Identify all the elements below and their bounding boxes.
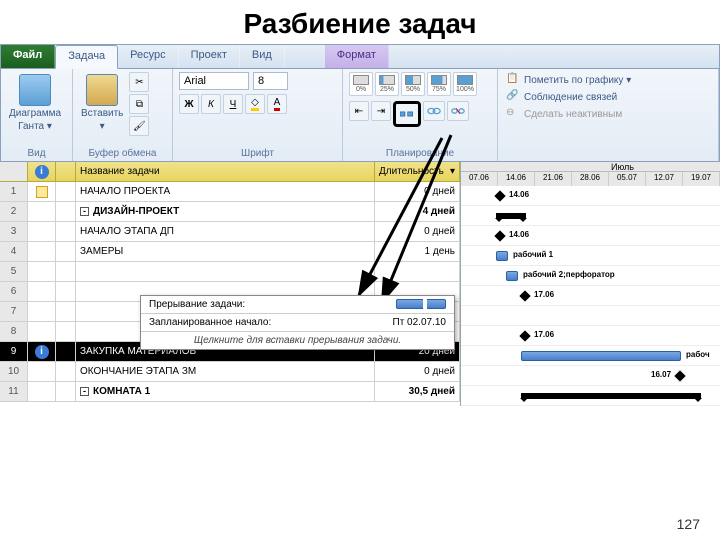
tooltip-plan-value: Пт 02.07.10	[393, 317, 446, 328]
tooltip-hint: Щелкните для вставки прерывания задачи.	[141, 332, 454, 349]
table-row[interactable]: 4ЗАМЕРЫ1 день	[0, 242, 460, 262]
fill-color-button[interactable]: ◇	[245, 94, 265, 114]
gantt-row[interactable]	[461, 306, 720, 326]
timescale-cell: 19.07	[683, 172, 720, 186]
mark-on-track-button[interactable]: 📋Пометить по графику ▾	[504, 72, 712, 88]
split-bar-icon	[396, 299, 446, 309]
gantt-row[interactable]	[461, 206, 720, 226]
hdr-info[interactable]: i	[28, 162, 56, 181]
mark-icon: 📋	[506, 73, 520, 87]
gantt-row[interactable]: рабоч	[461, 346, 720, 366]
table-row[interactable]: 10ОКОНЧАНИЕ ЭТАПА ЗМ0 дней	[0, 362, 460, 382]
table-row[interactable]: 2-ДИЗАЙН-ПРОЕКТ4 дней	[0, 202, 460, 222]
timescale-cell: 05.07	[609, 172, 646, 186]
ribbon: Файл Задача Ресурс Проект Вид Формат Диа…	[0, 44, 720, 162]
gantt-row[interactable]: 17.06	[461, 326, 720, 346]
outdent-button[interactable]: ⇤	[349, 101, 369, 121]
timescale-cell: 14.06	[498, 172, 535, 186]
tab-resource[interactable]: Ресурс	[118, 45, 178, 68]
font-name-select[interactable]	[179, 72, 249, 90]
link-tasks-button[interactable]	[423, 101, 445, 121]
tab-format[interactable]: Формат	[325, 45, 389, 68]
respect-links-button[interactable]: 🔗Соблюдение связей	[504, 89, 712, 105]
group-view-label: Вид	[7, 147, 66, 160]
split-task-tooltip: Прерывание задачи: Запланированное начал…	[140, 295, 455, 350]
cut-button[interactable]: ✂	[129, 72, 149, 92]
table-row[interactable]: 3НАЧАЛО ЭТАПА ДП0 дней	[0, 222, 460, 242]
info-icon: i	[35, 345, 49, 359]
gantt-row[interactable]: 17.06	[461, 286, 720, 306]
pct-100-button[interactable]: 100%	[453, 72, 477, 96]
tooltip-title: Прерывание задачи:	[149, 299, 245, 310]
hdr-indicators[interactable]	[56, 162, 76, 181]
table-header: i Название задачи Длительность▾	[0, 162, 460, 182]
ribbon-tabs: Файл Задача Ресурс Проект Вид Формат	[1, 45, 719, 69]
timescale-cell: 12.07	[646, 172, 683, 186]
font-size-select[interactable]	[253, 72, 288, 90]
info-icon: i	[35, 165, 49, 179]
table-row[interactable]: 1НАЧАЛО ПРОЕКТА0 дней	[0, 182, 460, 202]
sheet-area: i Название задачи Длительность▾ 1НАЧАЛО …	[0, 162, 720, 406]
table-row[interactable]: 5	[0, 262, 460, 282]
font-color-button[interactable]: A	[267, 94, 287, 114]
group-font-label: Шрифт	[179, 147, 336, 160]
pct-25-button[interactable]: 25%	[375, 72, 399, 96]
note-icon	[36, 186, 48, 198]
pct-50-button[interactable]: 50%	[401, 72, 425, 96]
gantt-row[interactable]: 14.06	[461, 226, 720, 246]
gantt-row[interactable]: рабочий 1	[461, 246, 720, 266]
gantt-chart[interactable]: Июль 07.0614.0621.0628.0605.0712.0719.07…	[460, 162, 720, 406]
tab-project[interactable]: Проект	[179, 45, 240, 68]
unlink-tasks-button[interactable]	[447, 101, 469, 121]
gantt-icon	[19, 74, 51, 106]
paste-icon	[86, 74, 118, 106]
page-number: 127	[677, 516, 700, 532]
hdr-name[interactable]: Название задачи	[76, 162, 375, 181]
group-clipboard-label: Буфер обмена	[79, 147, 166, 160]
hdr-duration[interactable]: Длительность▾	[375, 162, 460, 181]
split-task-button[interactable]	[393, 101, 421, 127]
paste-button[interactable]: Вставить ▾	[79, 72, 125, 134]
ribbon-body: Диаграмма Ганта ▾ Вид Вставить ▾ ✂ ⧉ 🖌 Б	[1, 69, 719, 161]
copy-button[interactable]: ⧉	[129, 94, 149, 114]
underline-button[interactable]: Ч	[223, 94, 243, 114]
format-painter-button[interactable]: 🖌	[129, 116, 149, 136]
group-planning-label: Планирование	[349, 147, 491, 160]
gantt-row[interactable]: 14.06	[461, 186, 720, 206]
tab-file[interactable]: Файл	[1, 45, 55, 68]
inactivate-button[interactable]: ⊖Сделать неактивным	[504, 106, 712, 122]
hdr-rownum[interactable]	[0, 162, 28, 181]
timescale-cell: 07.06	[461, 172, 498, 186]
gantt-row[interactable]: рабочий 2;перфоратор	[461, 266, 720, 286]
indent-button[interactable]: ⇥	[371, 101, 391, 121]
timescale-cell: 21.06	[535, 172, 572, 186]
bold-button[interactable]: Ж	[179, 94, 199, 114]
gantt-chart-button[interactable]: Диаграмма Ганта ▾	[7, 72, 63, 134]
links-icon: 🔗	[506, 90, 520, 104]
gantt-timescale: Июль 07.0614.0621.0628.0605.0712.0719.07	[461, 162, 720, 186]
gantt-row[interactable]	[461, 386, 720, 406]
table-row[interactable]: 11-КОМНАТА 130,5 дней	[0, 382, 460, 402]
timescale-cell: 28.06	[572, 172, 609, 186]
slide-title: Разбиение задач	[0, 0, 720, 44]
inactive-icon: ⊖	[506, 107, 520, 121]
tab-view[interactable]: Вид	[240, 45, 285, 68]
pct-0-button[interactable]: 0%	[349, 72, 373, 96]
italic-button[interactable]: К	[201, 94, 221, 114]
gantt-row[interactable]: 16.07	[461, 366, 720, 386]
tab-task[interactable]: Задача	[55, 45, 118, 69]
pct-75-button[interactable]: 75%	[427, 72, 451, 96]
tooltip-plan-label: Запланированное начало:	[149, 317, 271, 328]
task-table: i Название задачи Длительность▾ 1НАЧАЛО …	[0, 162, 460, 406]
